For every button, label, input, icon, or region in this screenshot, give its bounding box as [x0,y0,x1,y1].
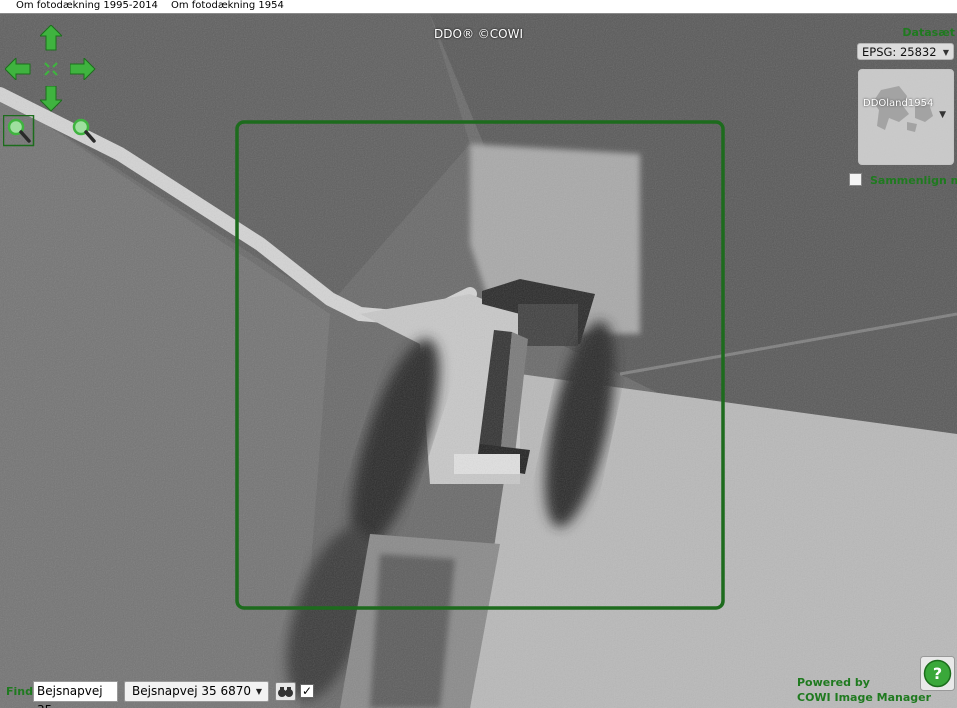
arrow-left-icon [5,58,31,80]
menu-item-fotodaekning-1954[interactable]: Om fotodækning 1954 [171,0,284,12]
menu-item-fotodaekning-1995-2014[interactable]: Om fotodækning 1995-2014 [16,0,158,12]
dropdown-arrow-icon: ▼ [939,110,946,120]
powered-by-line2: COWI Image Manager [797,691,932,704]
help-button[interactable]: ? [920,656,955,691]
arrow-up-icon [40,25,62,51]
confirm-checkbox[interactable]: ✓ [300,684,314,698]
epsg-value: EPSG: 25832 [862,45,937,59]
arrow-down-icon [40,86,62,112]
map-copyright: DDO® ©COWI [434,27,523,41]
powered-by-line1: Powered by [797,676,870,689]
zoom-out-button[interactable] [70,117,98,145]
help-icon: ? [920,656,955,691]
find-label: Find [6,685,33,698]
epsg-select[interactable]: EPSG: 25832 ▼ [857,43,954,60]
pan-down-button[interactable] [40,86,62,112]
pan-left-button[interactable] [5,58,31,80]
address-select-value: Bejsnapvej 35 6870 [132,684,252,698]
binoculars-icon [278,687,293,697]
find-input[interactable]: Bejsnapvej 35 [33,681,118,708]
arrow-right-icon [70,58,96,80]
address-select[interactable]: Bejsnapvej 35 6870 ▼ [124,681,269,702]
zoom-in-icon [3,115,35,147]
center-map-button[interactable] [43,61,59,77]
compare-label: Sammenlign m. [870,174,957,187]
pan-right-button[interactable] [70,58,96,80]
binoculars-button[interactable] [275,682,296,701]
aerial-map[interactable]: DDO® ©COWI Datasæt EPSG: 25832 ▼ DDOland… [0,14,957,708]
dataset-thumbnail-label: DDOland1954 [863,98,934,109]
powered-by: Powered by COWI Image Manager [797,675,931,705]
center-icon [44,62,58,76]
pan-up-button[interactable] [40,25,62,51]
dataset-label: Datasæt [902,26,955,39]
dropdown-arrow-icon: ▼ [255,687,262,696]
help-symbol: ? [933,664,942,683]
zoom-in-button[interactable] [3,115,35,147]
top-menu-bar: Om fotodækning 1995-2014 Om fotodækning … [0,0,957,14]
compare-checkbox[interactable] [849,173,862,186]
dropdown-arrow-icon: ▼ [942,48,949,57]
compare-toggle[interactable]: Sammenlign m. [849,173,957,187]
zoom-out-icon [72,118,96,143]
aerial-photo [0,14,957,708]
dataset-thumbnail-select[interactable]: DDOland1954 ▼ [858,69,954,165]
